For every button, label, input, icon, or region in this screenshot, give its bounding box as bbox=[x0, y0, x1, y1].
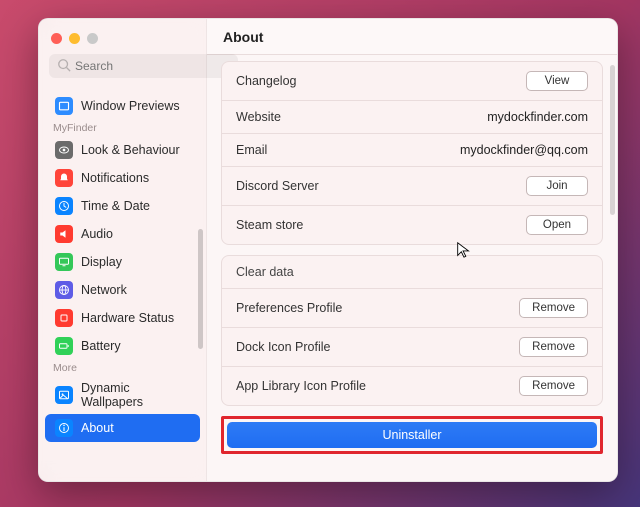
row-preferences-profile: Preferences Profile Remove bbox=[222, 289, 602, 328]
sidebar-item-audio[interactable]: Audio bbox=[45, 220, 200, 248]
sidebar-item-battery[interactable]: Battery bbox=[45, 332, 200, 360]
sidebar-item-dynamic-wallpapers[interactable]: Dynamic Wallpapers bbox=[45, 376, 200, 414]
sidebar-item-hardware-status[interactable]: Hardware Status bbox=[45, 304, 200, 332]
email-label: Email bbox=[236, 143, 267, 157]
battery-icon bbox=[55, 337, 73, 355]
sidebar-group-myfinder: MyFinder bbox=[39, 120, 206, 136]
speaker-icon bbox=[55, 225, 73, 243]
sidebar-item-label: Battery bbox=[81, 339, 121, 353]
open-button[interactable]: Open bbox=[526, 215, 588, 235]
window-icon bbox=[55, 97, 73, 115]
links-card: Changelog View Website mydockfinder.com … bbox=[221, 61, 603, 245]
view-button[interactable]: View bbox=[526, 71, 588, 91]
eye-icon bbox=[55, 141, 73, 159]
row-email: Email mydockfinder@qq.com bbox=[222, 134, 602, 167]
sidebar: Window Previews MyFinder Look & Behaviou… bbox=[39, 19, 207, 481]
row-discord: Discord Server Join bbox=[222, 167, 602, 206]
sidebar-item-label: Dynamic Wallpapers bbox=[81, 381, 190, 409]
uninstaller-highlight: Uninstaller bbox=[221, 416, 603, 454]
window-traffic-lights bbox=[39, 29, 206, 54]
preferences-profile-label: Preferences Profile bbox=[236, 301, 342, 315]
sidebar-item-label: About bbox=[81, 421, 114, 435]
sidebar-item-label: Look & Behaviour bbox=[81, 143, 180, 157]
info-icon bbox=[55, 419, 73, 437]
email-value[interactable]: mydockfinder@qq.com bbox=[460, 143, 588, 157]
content-pane: About Changelog View Website mydockfinde… bbox=[207, 19, 617, 481]
display-icon bbox=[55, 253, 73, 271]
bell-icon bbox=[55, 169, 73, 187]
page-title: About bbox=[207, 19, 617, 55]
content-scroll: Changelog View Website mydockfinder.com … bbox=[207, 55, 617, 481]
remove-preferences-button[interactable]: Remove bbox=[519, 298, 588, 318]
sidebar-item-network[interactable]: Network bbox=[45, 276, 200, 304]
dock-icon-profile-label: Dock Icon Profile bbox=[236, 340, 330, 354]
close-icon[interactable] bbox=[51, 33, 62, 44]
sidebar-item-about[interactable]: About bbox=[45, 414, 200, 442]
row-dock-icon-profile: Dock Icon Profile Remove bbox=[222, 328, 602, 367]
row-steam: Steam store Open bbox=[222, 206, 602, 244]
sidebar-items: Window Previews MyFinder Look & Behaviou… bbox=[39, 92, 206, 471]
clear-data-header: Clear data bbox=[222, 256, 602, 289]
sidebar-item-label: Notifications bbox=[81, 171, 149, 185]
steam-label: Steam store bbox=[236, 218, 303, 232]
website-value[interactable]: mydockfinder.com bbox=[487, 110, 588, 124]
join-button[interactable]: Join bbox=[526, 176, 588, 196]
sidebar-item-label: Hardware Status bbox=[81, 311, 174, 325]
uninstaller-button[interactable]: Uninstaller bbox=[227, 422, 597, 448]
row-app-library-icon-profile: App Library Icon Profile Remove bbox=[222, 367, 602, 405]
discord-label: Discord Server bbox=[236, 179, 319, 193]
globe-icon bbox=[55, 281, 73, 299]
sidebar-item-window-previews[interactable]: Window Previews bbox=[45, 92, 200, 120]
clear-data-card: Clear data Preferences Profile Remove Do… bbox=[221, 255, 603, 406]
sidebar-item-notifications[interactable]: Notifications bbox=[45, 164, 200, 192]
picture-icon bbox=[55, 386, 73, 404]
website-label: Website bbox=[236, 110, 281, 124]
changelog-label: Changelog bbox=[236, 74, 296, 88]
remove-dock-button[interactable]: Remove bbox=[519, 337, 588, 357]
sidebar-scrollbar[interactable] bbox=[198, 229, 203, 349]
sidebar-item-display[interactable]: Display bbox=[45, 248, 200, 276]
sidebar-item-look-behaviour[interactable]: Look & Behaviour bbox=[45, 136, 200, 164]
preferences-window: Window Previews MyFinder Look & Behaviou… bbox=[38, 18, 618, 482]
row-website: Website mydockfinder.com bbox=[222, 101, 602, 134]
sidebar-item-label: Window Previews bbox=[81, 99, 180, 113]
sidebar-item-label: Network bbox=[81, 283, 127, 297]
clear-data-label: Clear data bbox=[236, 265, 294, 279]
sidebar-item-label: Time & Date bbox=[81, 199, 150, 213]
sidebar-group-more: More bbox=[39, 360, 206, 376]
row-changelog: Changelog View bbox=[222, 62, 602, 101]
desktop-background: Window Previews MyFinder Look & Behaviou… bbox=[0, 0, 640, 507]
clock-icon bbox=[55, 197, 73, 215]
content-scrollbar[interactable] bbox=[610, 65, 615, 215]
app-library-icon-profile-label: App Library Icon Profile bbox=[236, 379, 366, 393]
zoom-icon[interactable] bbox=[87, 33, 98, 44]
sidebar-item-label: Audio bbox=[81, 227, 113, 241]
cpu-icon bbox=[55, 309, 73, 327]
minimize-icon[interactable] bbox=[69, 33, 80, 44]
sidebar-item-label: Display bbox=[81, 255, 122, 269]
sidebar-item-time-date[interactable]: Time & Date bbox=[45, 192, 200, 220]
remove-library-button[interactable]: Remove bbox=[519, 376, 588, 396]
